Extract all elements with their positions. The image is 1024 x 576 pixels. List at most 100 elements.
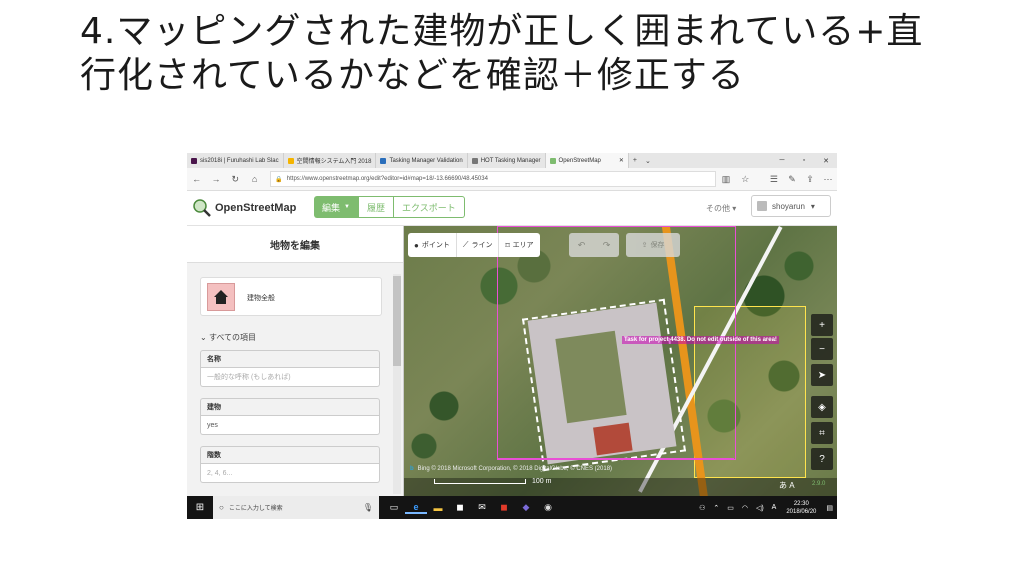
close-tab-icon[interactable]: ✕ (619, 157, 624, 164)
tab-slack[interactable]: sis2018i | Furuhashi Lab Slac (187, 153, 284, 168)
locate-icon[interactable]: ➤ (811, 364, 833, 386)
tab-hot-tm[interactable]: HOT Tasking Manager (468, 153, 546, 168)
chrome-icon[interactable]: ◉ (537, 502, 559, 513)
battery-icon[interactable]: ▭ (727, 504, 734, 512)
task-boundary-edge (497, 458, 734, 460)
save-button[interactable]: ⇪ 保存 (626, 233, 680, 257)
favorite-star-icon[interactable]: ☆ (736, 174, 755, 185)
imagery-attribution: b Bing © 2018 Microsoft Corporation, © 20… (410, 466, 613, 472)
people-icon[interactable]: ⚇ (699, 504, 705, 512)
url-input[interactable]: 🔒 https://www.openstreetmap.org/edit?edit… (270, 171, 717, 187)
home-icon[interactable]: ⌂ (245, 174, 264, 184)
field-label: 名称 (200, 350, 380, 368)
windows-taskbar: ⊞ ○ ここに入力して検索 🎙 ▭ e ▬ ◼ ✉ ◼ ◆ ◉ ⚇ ⌃ ▭ ◠ … (187, 496, 837, 519)
scale-line (434, 479, 526, 484)
edit-button[interactable]: 編集 ▼ (314, 196, 358, 218)
building-input[interactable]: yes (200, 416, 380, 435)
windows-start-icon[interactable]: ⊞ (187, 502, 213, 513)
tray-up-icon[interactable]: ⌃ (713, 504, 719, 512)
field-label: 建物 (200, 398, 380, 416)
ime-icon[interactable]: A (772, 504, 777, 511)
share-icon[interactable]: ⇪ (801, 174, 819, 185)
levels-input[interactable]: 2, 4, 6... (200, 464, 380, 483)
zoom-out-icon[interactable]: − (811, 338, 833, 360)
caret-down-icon: ▾ (810, 201, 815, 211)
task-warning-label: Task for project 4438. Do not edit outsi… (622, 336, 779, 344)
back-icon[interactable]: ← (187, 174, 206, 184)
area-icon: ⌑ (505, 240, 510, 250)
search-icon: ○ (219, 503, 224, 512)
microphone-icon[interactable]: 🎙 (363, 503, 373, 512)
tab-drive[interactable]: 空間情報システム入門 2018 (284, 153, 377, 168)
user-menu[interactable]: shoyarun ▾ (751, 195, 831, 217)
layers-icon[interactable]: ◈ (811, 396, 833, 418)
system-tray: ⚇ ⌃ ▭ ◠ ◁) A 22:30 2018/06/20 ▤ (695, 500, 837, 516)
forward-icon[interactable]: → (206, 174, 225, 184)
add-point-button[interactable]: ● ポイント (408, 233, 457, 257)
clock[interactable]: 22:30 2018/06/20 (786, 500, 816, 516)
slide-title: 4.マッピングされた建物が正しく囲まれている+直行化されているかなどを確認＋修正… (80, 11, 924, 96)
notification-icon[interactable]: ▤ (826, 504, 833, 512)
caret-down-icon: ▼ (344, 204, 350, 210)
field-label: 階数 (200, 446, 380, 464)
more-icon[interactable]: ⋯ (819, 174, 837, 185)
address-bar: ← → ↻ ⌂ 🔒 https://www.openstreetmap.org/e… (187, 168, 837, 191)
sidebar-title: 地物を編集 (187, 226, 403, 263)
export-button[interactable]: エクスポート (393, 196, 465, 218)
undo-redo: ↶ ↷ (569, 233, 619, 257)
task-view-icon[interactable]: ▭ (383, 502, 405, 513)
taskbar-apps: ▭ e ▬ ◼ ✉ ◼ ◆ ◉ (383, 502, 559, 514)
taskbar-search[interactable]: ○ ここに入力して検索 🎙 (213, 496, 379, 519)
tab-openstreetmap[interactable]: OpenStreetMap ✕ (545, 153, 629, 168)
undo-icon[interactable]: ↶ (569, 233, 594, 257)
drive-icon (287, 157, 294, 164)
zoom-in-icon[interactable]: + (811, 314, 833, 336)
osm-logo-text[interactable]: OpenStreetMap (215, 202, 296, 214)
network-icon[interactable]: ◠ (742, 504, 748, 512)
pen-icon[interactable]: ✎ (783, 174, 801, 185)
store-icon[interactable]: ◼ (449, 502, 471, 513)
map-data-icon[interactable]: ⌗ (811, 422, 833, 444)
osm-header: OpenStreetMap 編集 ▼ 履歴 エクスポート その他 ▾ shoyar… (187, 191, 837, 226)
add-line-button[interactable]: ⟋ ライン (457, 233, 500, 257)
add-area-button[interactable]: ⌑ エリア (499, 233, 539, 257)
edge-icon[interactable]: e (405, 502, 427, 514)
redo-icon[interactable]: ↷ (594, 233, 619, 257)
osm-icon (549, 157, 556, 164)
map-canvas[interactable]: Task for project 4438. Do not edit outsi… (404, 226, 837, 496)
reading-view-icon[interactable]: ▥ (716, 174, 735, 185)
history-button[interactable]: 履歴 (357, 196, 394, 218)
feature-editor-sidebar: 地物を編集 建物全般 ⌄ すべての項目 名称 一般的な呼称 (もしあれば) 建物… (187, 226, 404, 496)
tab-tm-validation[interactable]: Tasking Manager Validation (376, 153, 468, 168)
other-menu[interactable]: その他 ▾ (706, 203, 736, 214)
language-icon[interactable]: あ A (779, 480, 795, 491)
maximize-icon[interactable]: ▫ (793, 157, 815, 165)
sidebar-scrollbar[interactable] (393, 274, 401, 494)
version-label[interactable]: 2.9.0 (812, 481, 825, 487)
new-tab-icon[interactable]: + (629, 157, 641, 164)
point-icon: ● (414, 240, 419, 250)
preset-name: 建物全般 (247, 295, 275, 302)
mail-icon[interactable]: ✉ (471, 502, 493, 513)
refresh-icon[interactable]: ↻ (226, 174, 245, 185)
hub-icon[interactable]: ☰ (765, 174, 783, 185)
osm-nav: 編集 ▼ 履歴 エクスポート (314, 196, 465, 218)
acrobat-icon[interactable]: ◼ (493, 502, 515, 513)
window-controls: ─ ▫ ✕ (771, 157, 837, 165)
minimize-icon[interactable]: ─ (771, 157, 793, 165)
hot-icon (380, 157, 387, 164)
field-name: 名称 一般的な呼称 (もしあれば) (200, 350, 380, 388)
chevron-down-icon: ⌄ (200, 333, 207, 342)
preset-selector[interactable]: 建物全般 (200, 277, 382, 316)
close-window-icon[interactable]: ✕ (815, 157, 837, 165)
map-toolbar: ● ポイント ⟋ ライン ⌑ エリア (408, 233, 540, 257)
volume-icon[interactable]: ◁) (756, 504, 764, 512)
osm-logo-icon[interactable] (193, 199, 211, 217)
tab-list-icon[interactable]: ⌄ (641, 157, 655, 165)
name-input[interactable]: 一般的な呼称 (もしあれば) (200, 368, 380, 387)
scrollbar-thumb[interactable] (393, 276, 401, 366)
chat-app-icon[interactable]: ◆ (515, 502, 537, 513)
scale-bar[interactable]: 100 m (434, 478, 551, 485)
all-fields-toggle[interactable]: ⌄ すべての項目 (200, 332, 256, 343)
file-explorer-icon[interactable]: ▬ (427, 503, 449, 513)
